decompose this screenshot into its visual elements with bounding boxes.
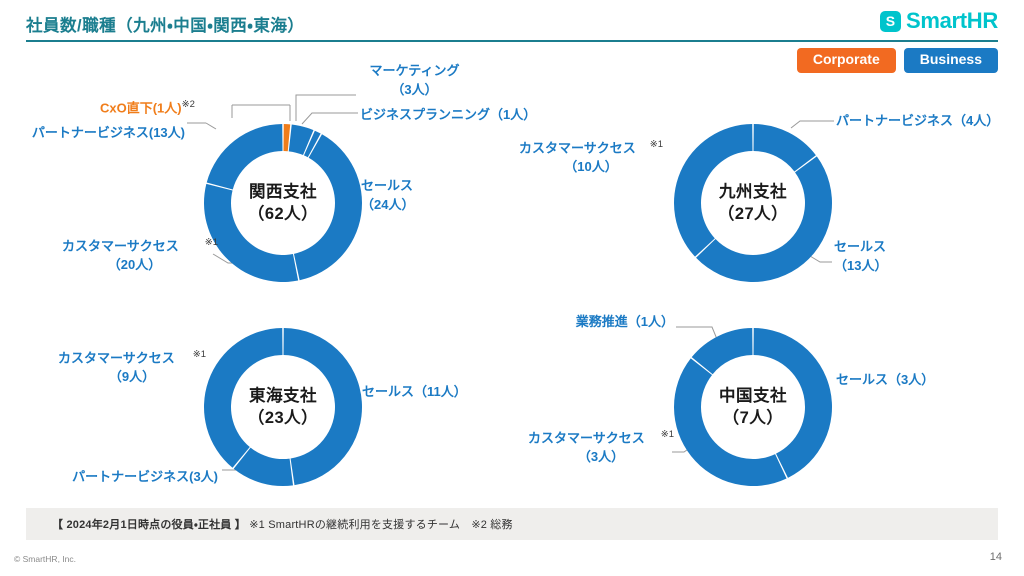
footnote-marker: ※1 (192, 349, 206, 360)
label-kansai-bizplan: ビジネスプランニング（1人） (360, 107, 537, 122)
donut-slice-kansai-5 (206, 124, 283, 190)
donut-chart-tokai: 東海支社 （23人） (198, 322, 368, 492)
donut-tokai-svg (204, 328, 363, 486)
donut-slice-kansai-4 (204, 183, 299, 282)
slide-canvas: 社員数/職種（九州・中国・関西・東海） S SmartHR Corporate … (0, 0, 1024, 576)
label-chugoku-sales: セールス（3人） (836, 372, 935, 387)
label-tokai-cs: カスタマーサクセス ※1 （9人） (58, 349, 206, 385)
smarthr-logo-text: SmartHR (905, 8, 998, 33)
copyright: © SmartHR, Inc. (14, 554, 76, 564)
footnote-date: 【 2024年2月1日時点の役員・正社員 】 (52, 519, 246, 531)
smarthr-logo: S SmartHR (879, 8, 998, 33)
donut-chugoku-svg (674, 328, 832, 486)
donut-chart-chugoku: 中国支社 （7人） (668, 322, 838, 492)
tag-corporate[interactable]: Corporate (796, 48, 896, 73)
label-kyushu-partner: パートナービジネス（4人） (836, 113, 1000, 128)
label-chugoku-gyomu: 業務推進（1人） (575, 314, 674, 329)
donut-slice-kyushu-2 (674, 124, 753, 257)
donut-chart-kyushu: 九州支社 （27人） (668, 118, 838, 288)
donut-kyushu-svg (674, 124, 832, 282)
donut-chart-kansai: 関西支社 （62人） (198, 118, 368, 288)
label-tokai-sales: セールス（11人） (362, 384, 467, 399)
donut-kansai-svg (204, 124, 363, 282)
footnote-marker: ※1 (660, 429, 674, 440)
smarthr-logo-mark: S (879, 10, 901, 32)
donut-slice-kansai-3 (293, 134, 363, 281)
donut-slice-tokai-0 (283, 328, 363, 486)
category-tags: Corporate Business (796, 48, 998, 73)
footnote-marker: ※1 (649, 139, 663, 150)
label-kansai-sales: セールス （24人） (361, 178, 415, 212)
page-number: 14 (989, 551, 1002, 563)
page-title: 社員数/職種（九州・中国・関西・東海） (26, 17, 305, 35)
leader-lines (187, 94, 834, 471)
label-kansai-partner: パートナービジネス(13人) (31, 125, 185, 140)
donut-slice-tokai-2 (204, 328, 283, 468)
footnote-text: 【 2024年2月1日時点の役員・正社員 】 ※1 SmartHRの継続利用を支… (26, 516, 513, 532)
title-divider (26, 40, 998, 42)
donut-slice-chugoku-1 (674, 358, 787, 486)
label-chugoku-cs: カスタマーサクセス ※1 （3人） (528, 429, 674, 465)
label-kyushu-cs: カスタマーサクセス ※1 （10人） (519, 139, 663, 175)
tag-business[interactable]: Business (903, 48, 998, 73)
donut-slice-kyushu-1 (696, 156, 832, 282)
label-kyushu-sales: セールス （13人） (834, 239, 888, 273)
footnote-bar: 【 2024年2月1日時点の役員・正社員 】 ※1 SmartHRの継続利用を支… (26, 508, 998, 540)
footnote-marker: ※2 (181, 99, 195, 110)
donut-slice-chugoku-0 (753, 328, 832, 478)
label-kansai-marketing: マーケティング （3人） (369, 63, 460, 97)
footnote-definitions: ※1 SmartHRの継続利用を支援するチーム ※2 総務 (249, 519, 513, 531)
label-tokai-partner: パートナービジネス(3人) (72, 469, 218, 484)
label-kansai-cs: カスタマーサクセス ※1 （20人） (62, 237, 218, 273)
footnote-marker: ※1 (204, 237, 218, 248)
label-kansai-cxo: CxO直下(1人)※2 (100, 99, 195, 116)
